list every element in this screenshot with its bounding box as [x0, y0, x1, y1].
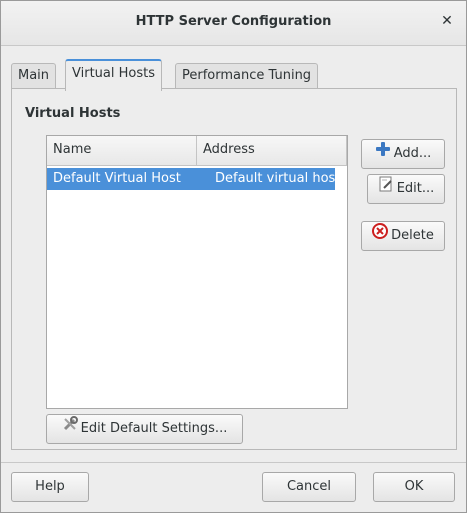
add-plus-icon	[375, 140, 391, 168]
edit-button-label: Edit...	[396, 181, 435, 196]
delete-button[interactable]: Delete	[361, 221, 445, 251]
delete-x-icon	[372, 222, 389, 250]
dialog-window: HTTP Server Configuration ✕ Main Virtual…	[0, 0, 467, 513]
window-title: HTTP Server Configuration	[135, 14, 332, 29]
edit-default-settings-label: Edit Default Settings...	[80, 421, 228, 436]
edit-document-icon	[378, 175, 394, 203]
edit-button[interactable]: Edit...	[367, 174, 445, 204]
title-bar[interactable]: HTTP Server Configuration ✕	[1, 1, 466, 46]
column-header-address[interactable]: Address	[197, 136, 347, 166]
ok-button[interactable]: OK	[373, 472, 455, 502]
footer-separator	[1, 462, 466, 463]
close-icon[interactable]: ✕	[438, 12, 456, 30]
delete-button-label: Delete	[391, 228, 434, 243]
add-button-label: Add...	[393, 146, 432, 161]
add-button[interactable]: Add...	[361, 139, 445, 169]
virtual-hosts-heading: Virtual Hosts	[25, 106, 121, 121]
tab-main[interactable]: Main	[11, 63, 57, 88]
tools-icon	[62, 415, 78, 443]
edit-default-settings-button[interactable]: Edit Default Settings...	[46, 414, 243, 444]
tab-performance-tuning[interactable]: Performance Tuning	[175, 63, 319, 88]
list-header: Name Address	[47, 136, 347, 166]
table-row[interactable]: Default Virtual Host Default virtual hos…	[47, 168, 340, 190]
tab-virtual-hosts[interactable]: Virtual Hosts	[65, 59, 162, 91]
row-address-cell: Default virtual host	[215, 171, 341, 186]
help-button[interactable]: Help	[11, 472, 89, 502]
row-name-cell: Default Virtual Host	[53, 171, 181, 186]
virtual-hosts-list[interactable]: Name Address Default Virtual Host Defaul…	[46, 135, 348, 409]
column-header-name[interactable]: Name	[47, 136, 197, 166]
cancel-button[interactable]: Cancel	[262, 472, 356, 502]
